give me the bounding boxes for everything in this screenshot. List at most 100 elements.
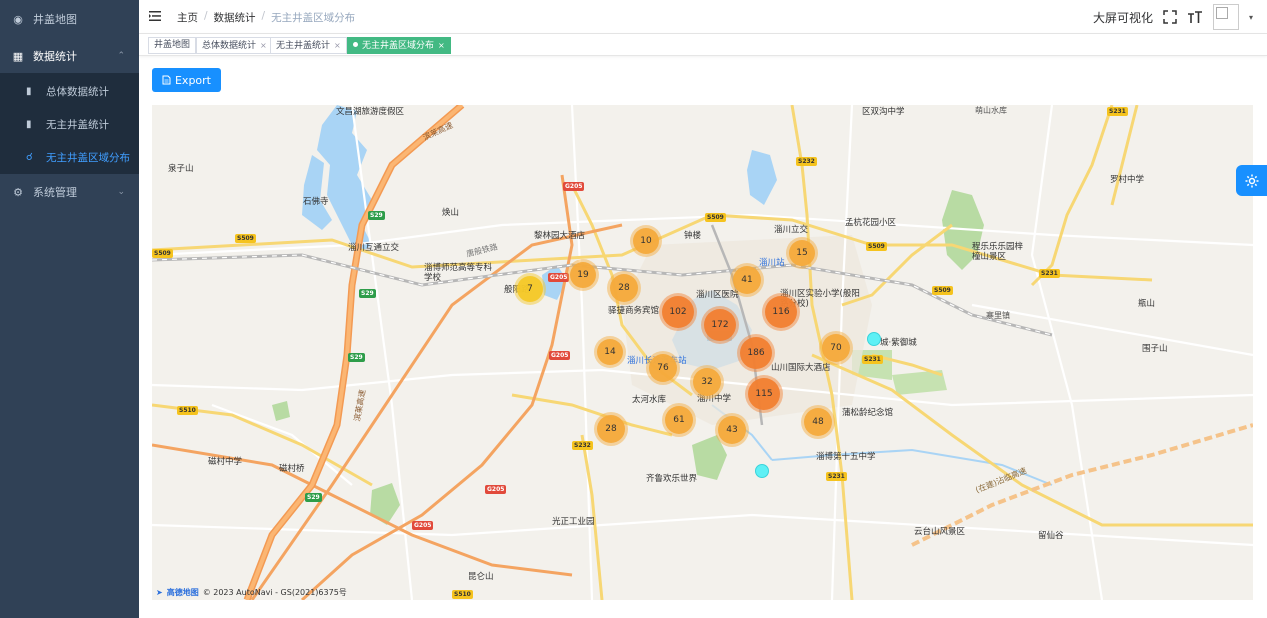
- cluster-marker[interactable]: 19: [567, 259, 599, 291]
- cluster-marker[interactable]: 43: [715, 413, 749, 447]
- sidebar-item-label: 数据统计: [33, 50, 77, 63]
- map-label: 黎林园大酒店: [534, 231, 586, 241]
- cluster-count: 14: [597, 339, 623, 365]
- tag-label: 无主井盖统计: [276, 41, 331, 51]
- map-label: 孟杭花园小区: [845, 218, 897, 228]
- sidebar-item-label: 井盖地图: [33, 13, 77, 26]
- map-label: 泉子山: [168, 164, 194, 174]
- map-label: 蒲松龄纪念馆: [842, 408, 894, 418]
- sidebar-item-unowned-stats[interactable]: ▮ 无主井盖统计: [0, 107, 139, 141]
- sidebar-item-data-stats[interactable]: ▦ 数据统计 ⌃: [0, 39, 139, 73]
- tag-overall-stats[interactable]: 总体数据统计 ×: [196, 37, 273, 54]
- cluster-count: 32: [693, 368, 721, 396]
- map-label: 文昌湖旅游度假区: [336, 107, 405, 117]
- cluster-marker[interactable]: 102: [659, 293, 697, 331]
- sidebar-item-unowned-distribution[interactable]: ☌ 无主井盖区域分布: [0, 140, 139, 174]
- chevron-down-icon: ⌄: [117, 187, 125, 197]
- cluster-marker[interactable]: 76: [646, 351, 680, 385]
- breadcrumb-home[interactable]: 主页: [177, 10, 198, 25]
- sidebar-item-label: 系统管理: [33, 186, 77, 199]
- map-label: 程乐乐乐园梓橦山景区: [972, 242, 1024, 262]
- cluster-marker[interactable]: 15: [786, 237, 818, 269]
- cluster-count: 70: [822, 334, 850, 362]
- cluster-marker[interactable]: 48: [801, 405, 835, 439]
- map-label: 淄川立交: [774, 225, 809, 235]
- tag-manhole-map[interactable]: 井盖地图: [148, 37, 197, 54]
- cluster-marker[interactable]: 186: [737, 334, 775, 372]
- map-label: 驿捷商务宾馆: [608, 306, 660, 316]
- manhole-marker[interactable]: [755, 464, 769, 478]
- avatar[interactable]: [1212, 4, 1239, 30]
- road-shield: S29: [348, 353, 365, 362]
- settings-button[interactable]: [1236, 165, 1267, 196]
- cluster-marker[interactable]: 70: [819, 331, 853, 365]
- map-label: 淄川互通立交: [348, 243, 400, 253]
- road-shield: S231: [1039, 269, 1060, 278]
- font-size-icon[interactable]: [1187, 10, 1203, 24]
- bigscreen-link[interactable]: 大屏可视化: [1093, 9, 1153, 26]
- road-shield: S29: [359, 289, 376, 298]
- navbar-right: 大屏可视化 ▾: [1093, 4, 1253, 30]
- road-shield: G205: [485, 485, 507, 494]
- map-label: 钟楼: [684, 231, 702, 241]
- close-icon[interactable]: ×: [438, 41, 445, 50]
- sidebar-item-system[interactable]: ⚙ 系统管理 ⌄: [0, 175, 139, 209]
- amap-logo: 高德地图: [166, 588, 199, 597]
- submenu: ▮ 总体数据统计 ▮ 无主井盖统计 ☌ 无主井盖区域分布: [0, 73, 139, 174]
- cluster-marker[interactable]: 7: [514, 273, 546, 305]
- road-shield: S509: [235, 234, 256, 243]
- cluster-marker[interactable]: 10: [630, 225, 662, 257]
- export-button[interactable]: Export: [152, 68, 221, 92]
- road-shield: S29: [368, 211, 385, 220]
- manhole-marker[interactable]: [867, 332, 881, 346]
- road-shield: G205: [412, 521, 434, 530]
- cluster-count: 10: [633, 228, 659, 254]
- cluster-count: 7: [517, 276, 543, 302]
- cluster-count: 116: [765, 296, 797, 328]
- cluster-marker[interactable]: 28: [594, 412, 628, 446]
- cluster-count: 19: [570, 262, 596, 288]
- breadcrumb-separator: /: [204, 10, 208, 22]
- caret-down-icon[interactable]: ▾: [1249, 13, 1253, 22]
- road-shield: S509: [866, 242, 887, 251]
- cluster-marker[interactable]: 115: [745, 375, 783, 413]
- fullscreen-icon[interactable]: [1163, 10, 1177, 24]
- sidebar-item-overall-stats[interactable]: ▮ 总体数据统计: [0, 74, 139, 108]
- road-shield: S29: [305, 493, 322, 502]
- breadcrumb-data-stats[interactable]: 数据统计: [214, 10, 256, 25]
- cluster-count: 172: [704, 309, 736, 341]
- active-dot-icon: [353, 42, 358, 47]
- cluster-marker[interactable]: 116: [762, 293, 800, 331]
- road-shield: S232: [572, 441, 593, 450]
- cluster-marker[interactable]: 172: [701, 306, 739, 344]
- cluster-marker[interactable]: 61: [662, 403, 696, 437]
- hamburger-icon[interactable]: [148, 9, 162, 23]
- tags-view: 井盖地图 总体数据统计 × 无主井盖统计 × 无主井盖区域分布 ×: [139, 34, 1267, 56]
- close-icon[interactable]: ×: [260, 41, 267, 50]
- map-label: 磁村桥: [279, 464, 305, 474]
- breadcrumb-current: 无主井盖区域分布: [271, 12, 356, 24]
- cluster-marker[interactable]: 14: [594, 336, 626, 368]
- map-label: 山川国际大酒店: [771, 363, 831, 373]
- cluster-marker[interactable]: 41: [730, 263, 764, 297]
- map-label: 石佛寺: [303, 197, 329, 207]
- cluster-marker[interactable]: 28: [607, 271, 641, 305]
- map-label: 瓶山: [1138, 299, 1156, 309]
- map-container[interactable]: S29 S29 S29 S29 S509 S509 S509 S509 S509…: [152, 105, 1253, 600]
- cluster-count: 15: [789, 240, 815, 266]
- cluster-count: 102: [662, 296, 694, 328]
- dashboard-icon: ◉: [13, 12, 23, 26]
- road-shield: G205: [549, 351, 571, 360]
- document-icon: [162, 75, 171, 85]
- road-shield: S509: [705, 213, 726, 222]
- road-shield: S510: [452, 590, 473, 599]
- map-label: 焕山: [442, 208, 460, 218]
- cluster-count: 28: [597, 415, 625, 443]
- tag-unowned-distribution[interactable]: 无主井盖区域分布 ×: [347, 37, 451, 54]
- close-icon[interactable]: ×: [334, 41, 341, 50]
- tag-unowned-stats[interactable]: 无主井盖统计 ×: [270, 37, 347, 54]
- sidebar-item-manhole-map[interactable]: ◉ 井盖地图: [0, 2, 139, 36]
- cluster-marker[interactable]: 32: [690, 365, 724, 399]
- map-label: 萌山水库: [975, 106, 1007, 115]
- map-label: 罗村中学: [1110, 175, 1145, 185]
